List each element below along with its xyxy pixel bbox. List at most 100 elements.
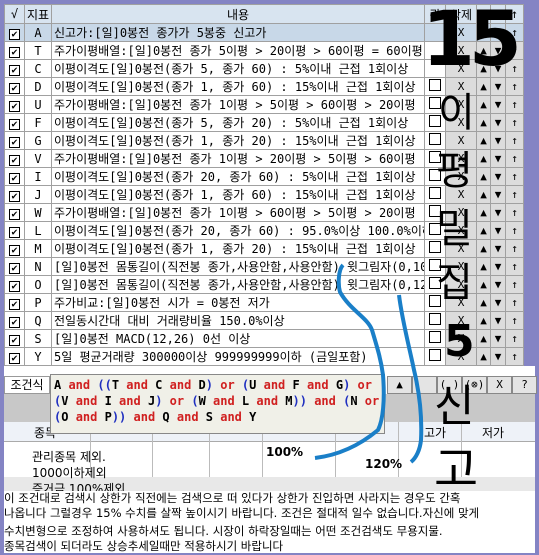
delete-button[interactable]: X xyxy=(445,293,477,312)
row-content[interactable]: 이평이격도[일]0봉전(종가 1, 종가 20) : 15%이내 근접 1회이상 xyxy=(51,131,425,150)
row-content[interactable]: [일]0봉전 MACD(12,26) 0선 이상 xyxy=(51,329,425,348)
move-top-button[interactable]: ↑ xyxy=(505,185,524,204)
move-top-button[interactable]: ↑ xyxy=(505,131,524,150)
row-content[interactable]: 이평이격도[일]0봉전(종가 20, 종가 60) : 5%이내 근접 1회이상 xyxy=(51,167,425,186)
move-up-button[interactable]: ▲ xyxy=(476,293,491,312)
row-checkbox[interactable]: ✔ xyxy=(4,203,25,222)
row-checkbox[interactable]: ✔ xyxy=(4,329,25,348)
column-header[interactable]: ▲ xyxy=(476,4,491,24)
row-flag-checkbox[interactable] xyxy=(424,185,446,204)
move-down-button[interactable]: ▼ xyxy=(490,239,506,258)
row-checkbox[interactable]: ✔ xyxy=(4,293,25,312)
delete-button[interactable]: X xyxy=(445,95,477,114)
move-up-button[interactable]: ▲ xyxy=(476,185,491,204)
row-content[interactable]: 주가이평배열:[일]0봉전 종가 5이평 > 20이평 > 60이평 = 60이… xyxy=(51,41,425,60)
row-content[interactable]: [일]0봉전 몸통길이(직전봉 종가,사용안함,사용안함) 윗그림자(0,10 xyxy=(51,257,425,276)
move-down-button[interactable]: ▼ xyxy=(490,167,506,186)
row-content[interactable]: 주가이평배열:[일]0봉전 종가 1이평 > 60이평 > 5이평 > 20이평 xyxy=(51,203,425,222)
move-down-button[interactable]: ▼ xyxy=(490,149,506,168)
move-up-button[interactable]: ▲ xyxy=(476,167,491,186)
row-content[interactable]: 이평이격도[일]0봉전(종가 5, 종가 20) : 5%이내 근접 1회이상 xyxy=(51,113,425,132)
move-down-button[interactable]: ▼ xyxy=(490,257,506,276)
move-top-button[interactable]: ↑ xyxy=(505,41,524,60)
row-content[interactable]: 이평이격도[일]0봉전(종가 20, 종가 60) : 95.0%이상 100.… xyxy=(51,221,425,240)
delete-button[interactable]: X xyxy=(445,347,477,366)
row-checkbox[interactable]: ✔ xyxy=(4,41,25,60)
move-top-button[interactable]: ↑ xyxy=(505,95,524,114)
condition-row[interactable]: ✔ S [일]0봉전 MACD(12,26) 0선 이상 X ▲ ▼ ↑ xyxy=(4,329,524,348)
row-flag-checkbox[interactable] xyxy=(424,59,446,78)
column-header[interactable]: ▼ xyxy=(490,4,506,24)
condition-row[interactable]: ✔ P 주가비교:[일]0봉전 시가 = 0봉전 저가 X ▲ ▼ ↑ xyxy=(4,293,524,312)
move-up-button[interactable]: ▲ xyxy=(476,113,491,132)
delete-button[interactable]: X xyxy=(445,185,477,204)
row-flag-checkbox[interactable] xyxy=(424,113,446,132)
row-flag-checkbox[interactable] xyxy=(424,221,446,240)
row-flag-checkbox[interactable] xyxy=(424,77,446,96)
move-up-button[interactable]: ▲ xyxy=(476,23,491,42)
column-header[interactable]: 지표 xyxy=(24,4,52,24)
condition-row[interactable]: ✔ U 주가이평배열:[일]0봉전 종가 1이평 > 5이평 > 60이평 > … xyxy=(4,95,524,114)
move-up-button[interactable]: ▲ xyxy=(476,203,491,222)
condition-row[interactable]: ✔ F 이평이격도[일]0봉전(종가 5, 종가 20) : 5%이내 근접 1… xyxy=(4,113,524,132)
row-content[interactable]: 이평이격도[일]0봉전(종가 5, 종가 60) : 5%이내 근접 1회이상 xyxy=(51,59,425,78)
move-top-button[interactable]: ↑ xyxy=(505,311,524,330)
condition-row[interactable]: ✔ V 주가이평배열:[일]0봉전 종가 1이평 > 20이평 > 5이평 > … xyxy=(4,149,524,168)
move-top-button[interactable]: ↑ xyxy=(505,59,524,78)
row-flag-checkbox[interactable] xyxy=(424,203,446,222)
move-top-button[interactable]: ↑ xyxy=(505,221,524,240)
row-checkbox[interactable]: ✔ xyxy=(4,221,25,240)
move-down-button[interactable]: ▼ xyxy=(490,329,506,348)
move-down-button[interactable]: ▼ xyxy=(490,347,506,366)
condition-row[interactable]: ✔ Q 전일동시간대 대비 거래량비율 150.0%이상 X ▲ ▼ ↑ xyxy=(4,311,524,330)
delete-button[interactable]: X xyxy=(445,257,477,276)
row-content[interactable]: 이평이격도[일]0봉전(종가 1, 종가 60) : 15%이내 근접 1회이상 xyxy=(51,77,425,96)
row-flag-checkbox[interactable] xyxy=(424,347,446,366)
move-down-button[interactable]: ▼ xyxy=(490,77,506,96)
delete-button[interactable]: X xyxy=(445,203,477,222)
condition-row[interactable]: ✔ M 이평이격도[일]0봉전(종가 1, 종가 20) : 15%이내 근접 … xyxy=(4,239,524,258)
delete-button[interactable]: X xyxy=(445,149,477,168)
row-content[interactable]: [일]0봉전 몸통길이(직전봉 종가,사용안함,사용안함) 윗그림자(0,12 xyxy=(51,275,425,294)
row-flag-checkbox[interactable] xyxy=(424,23,446,42)
move-top-button[interactable]: ↑ xyxy=(505,113,524,132)
delete-button[interactable]: X xyxy=(445,77,477,96)
move-top-button[interactable]: ↑ xyxy=(505,275,524,294)
row-flag-checkbox[interactable] xyxy=(424,275,446,294)
move-top-button[interactable]: ↑ xyxy=(505,329,524,348)
move-down-button[interactable]: ▼ xyxy=(490,59,506,78)
delete-button[interactable]: X xyxy=(445,113,477,132)
row-flag-checkbox[interactable] xyxy=(424,41,446,60)
row-flag-checkbox[interactable] xyxy=(424,149,446,168)
row-content[interactable]: 신고가:[일]0봉전 종가가 5봉중 신고가 xyxy=(51,23,425,42)
row-checkbox[interactable]: ✔ xyxy=(4,239,25,258)
move-down-button[interactable]: ▼ xyxy=(490,23,506,42)
row-flag-checkbox[interactable] xyxy=(424,95,446,114)
condition-row[interactable]: ✔ W 주가이평배열:[일]0봉전 종가 1이평 > 60이평 > 5이평 > … xyxy=(4,203,524,222)
condition-row[interactable]: ✔ O [일]0봉전 몸통길이(직전봉 종가,사용안함,사용안함) 윗그림자(0… xyxy=(4,275,524,294)
condition-row[interactable]: ✔ A 신고가:[일]0봉전 종가가 5봉중 신고가 X ▲ ▼ ↑ xyxy=(4,23,524,42)
move-up-button[interactable]: ▲ xyxy=(476,221,491,240)
row-flag-checkbox[interactable] xyxy=(424,131,446,150)
move-down-button[interactable]: ▼ xyxy=(490,95,506,114)
move-up-button[interactable]: ▲ xyxy=(476,95,491,114)
row-checkbox[interactable]: ✔ xyxy=(4,257,25,276)
row-checkbox[interactable]: ✔ xyxy=(4,77,25,96)
condition-row[interactable]: ✔ D 이평이격도[일]0봉전(종가 1, 종가 60) : 15%이내 근접 … xyxy=(4,77,524,96)
formula-tool-button[interactable] xyxy=(412,376,437,394)
move-down-button[interactable]: ▼ xyxy=(490,113,506,132)
row-checkbox[interactable]: ✔ xyxy=(4,275,25,294)
row-content[interactable]: 전일동시간대 대비 거래량비율 150.0%이상 xyxy=(51,311,425,330)
row-checkbox[interactable]: ✔ xyxy=(4,23,25,42)
row-flag-checkbox[interactable] xyxy=(424,293,446,312)
delete-button[interactable]: X xyxy=(445,311,477,330)
row-content[interactable]: 주가이평배열:[일]0봉전 종가 1이평 > 20이평 > 5이평 > 60이평 xyxy=(51,149,425,168)
column-header[interactable]: 내용 xyxy=(51,4,425,24)
move-down-button[interactable]: ▼ xyxy=(490,311,506,330)
move-top-button[interactable]: ↑ xyxy=(505,203,524,222)
move-top-button[interactable]: ↑ xyxy=(505,167,524,186)
delete-button[interactable]: X xyxy=(445,275,477,294)
formula-tool-button[interactable]: ( ) xyxy=(437,376,462,394)
delete-button[interactable]: X xyxy=(445,329,477,348)
move-up-button[interactable]: ▲ xyxy=(476,149,491,168)
